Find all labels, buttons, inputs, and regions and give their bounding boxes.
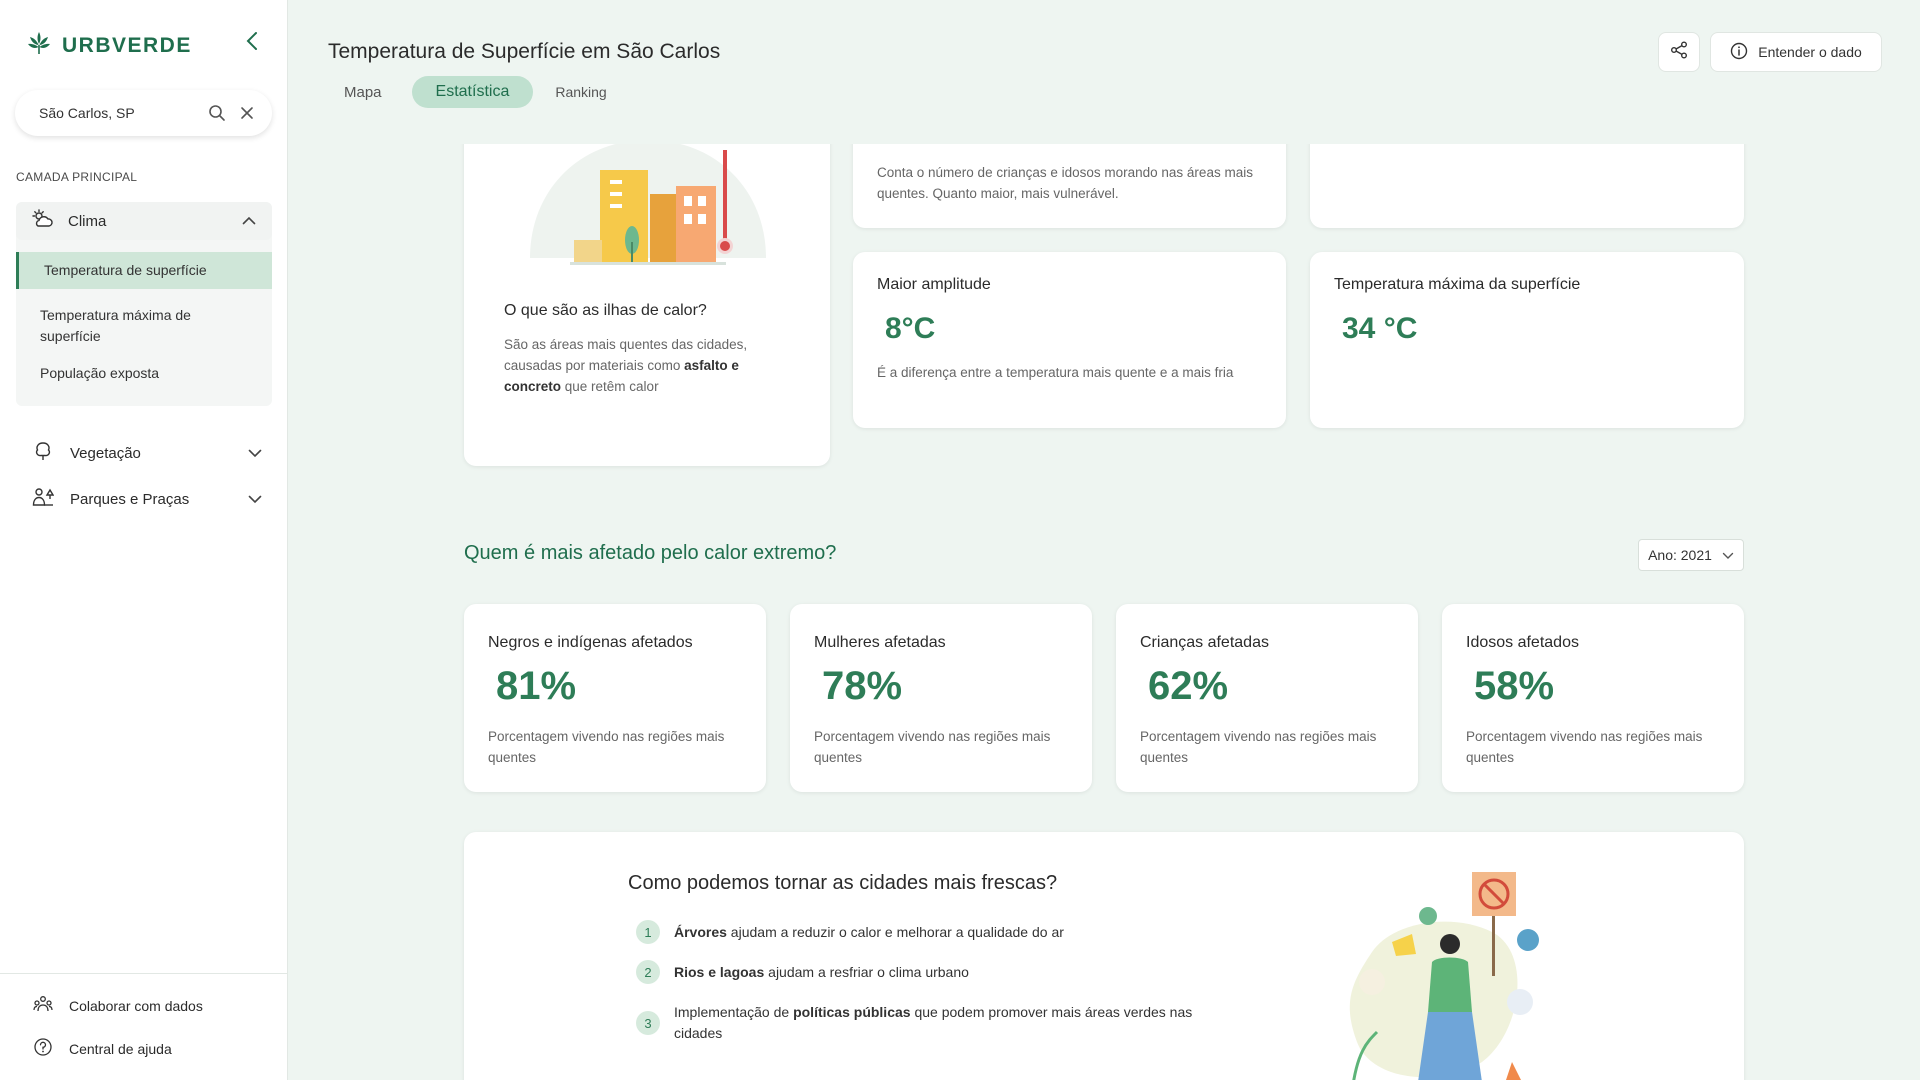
clima-group: Clima Temperatura de superfície Temperat…	[16, 202, 272, 406]
clear-icon[interactable]	[240, 106, 254, 120]
list-item: 2 Rios e lagoas ajudam a resfriar o clim…	[636, 960, 1226, 984]
chevron-down-icon	[248, 445, 262, 462]
vulnerable-desc: Conta o número de crianças e idosos mora…	[877, 165, 1253, 201]
heat-island-desc: São as áreas mais quentes das cidades, c…	[504, 337, 748, 394]
affected-card-title: Idosos afetados	[1466, 634, 1579, 651]
heat-island-title: O que são as ilhas de calor?	[504, 302, 707, 319]
affected-card-value: 78%	[822, 664, 903, 708]
view-tabs: Mapa Estatística Ranking	[328, 76, 623, 108]
chevron-left-icon	[246, 31, 258, 56]
sidebar-subitem-temperatura-superficie[interactable]: Temperatura de superfície	[16, 252, 272, 289]
sidebar: URBVERDE CAMADA PRINCIPAL Clima Temperat…	[0, 0, 288, 1080]
list-item-text: Rios e lagoas ajudam a resfriar o clima …	[674, 964, 969, 980]
sidebar-item-vegetacao[interactable]: Vegetação	[32, 440, 262, 466]
number-badge: 2	[636, 960, 660, 984]
page-title: Temperatura de Superfície em São Carlos	[328, 40, 721, 63]
affected-card-idosos: Idosos afetados 58% Porcentagem vivendo …	[1442, 604, 1744, 792]
header-bar	[289, 0, 1920, 144]
number-badge: 3	[636, 1011, 660, 1035]
city-heat-illustration	[530, 130, 766, 275]
activist-illustration	[1332, 872, 1562, 1080]
tab-ranking[interactable]: Ranking	[539, 78, 622, 106]
sidebar-subitem-label: Temperatura máxima de superfície	[40, 307, 191, 344]
sidebar-item-parques[interactable]: Parques e Praças	[32, 486, 262, 512]
park-people-icon	[32, 486, 55, 512]
sidebar-subitem-label: População exposta	[40, 365, 160, 381]
affected-card-title: Negros e indígenas afetados	[488, 634, 693, 651]
understand-data-label: Entender o dado	[1758, 44, 1862, 60]
affected-card-title: Crianças afetadas	[1140, 634, 1269, 651]
sidebar-item-label: Clima	[68, 212, 107, 230]
tab-mapa[interactable]: Mapa	[328, 78, 398, 107]
sidebar-item-clima[interactable]: Clima	[16, 202, 272, 240]
amplitude-title: Maior amplitude	[877, 276, 991, 293]
chevron-down-icon	[1722, 547, 1734, 563]
affected-card-value: 58%	[1474, 664, 1555, 708]
brand-name: URBVERDE	[62, 33, 192, 57]
search-input[interactable]	[39, 105, 200, 121]
help-icon	[33, 1037, 53, 1060]
year-select[interactable]: Ano: 2021	[1638, 539, 1744, 571]
affected-card-value: 62%	[1148, 664, 1229, 708]
max-temp-title: Temperatura máxima da superfície	[1334, 276, 1581, 293]
sidebar-subitem-populacao-exposta[interactable]: População exposta	[16, 363, 272, 384]
affected-heading: Quem é mais afetado pelo calor extremo?	[464, 542, 837, 564]
collaborate-data-link[interactable]: Colaborar com dados	[33, 994, 203, 1017]
affected-card-value: 81%	[496, 664, 577, 708]
sidebar-item-label: Vegetação	[70, 444, 141, 462]
heat-island-card: O que são as ilhas de calor? São as área…	[464, 90, 830, 466]
number-badge: 1	[636, 920, 660, 944]
cooler-cities-title: Como podemos tornar as cidades mais fres…	[628, 872, 1058, 894]
year-select-value: Ano: 2021	[1648, 547, 1712, 563]
affected-card-desc: Porcentagem vivendo nas regiões mais que…	[488, 729, 725, 765]
list-item-text: Implementação de políticas públicas que …	[674, 1004, 1193, 1041]
amplitude-card: Maior amplitude 8°C É a diferença entre …	[853, 252, 1286, 428]
info-icon	[1730, 42, 1748, 63]
group-icon	[33, 994, 53, 1017]
amplitude-desc: É a diferença entre a temperatura mais q…	[877, 365, 1234, 380]
logo[interactable]: URBVERDE	[26, 30, 192, 61]
max-temp-value: 34 °C	[1342, 312, 1418, 345]
affected-card-desc: Porcentagem vivendo nas regiões mais que…	[1140, 729, 1377, 765]
affected-card-negros-indigenas: Negros e indígenas afetados 81% Porcenta…	[464, 604, 766, 792]
max-temp-card: Temperatura máxima da superfície 34 °C	[1310, 252, 1744, 428]
chevron-up-icon	[242, 212, 256, 230]
affected-card-desc: Porcentagem vivendo nas regiões mais que…	[814, 729, 1051, 765]
share-icon	[1669, 40, 1689, 65]
affected-card-desc: Porcentagem vivendo nas regiões mais que…	[1466, 729, 1703, 765]
understand-data-button[interactable]: Entender o dado	[1710, 32, 1882, 72]
amplitude-value: 8°C	[885, 312, 936, 345]
sidebar-footer	[0, 973, 288, 974]
tab-estatistica[interactable]: Estatística	[411, 76, 534, 108]
search-icon[interactable]	[208, 104, 226, 122]
list-item-text: Árvores ajudam a reduzir o calor e melho…	[674, 924, 1064, 940]
weather-icon	[32, 208, 54, 234]
sidebar-item-label: Parques e Praças	[70, 490, 190, 508]
leaf-logo-icon	[26, 30, 52, 61]
affected-card-title: Mulheres afetadas	[814, 634, 946, 651]
sidebar-subitem-temperatura-maxima[interactable]: Temperatura máxima de superfície	[16, 305, 216, 347]
cooler-cities-card: Como podemos tornar as cidades mais fres…	[464, 832, 1744, 1080]
search-bar	[15, 90, 272, 136]
collaborate-label: Colaborar com dados	[69, 997, 203, 1014]
affected-card-mulheres: Mulheres afetadas 78% Porcentagem vivend…	[790, 604, 1092, 792]
chevron-down-icon	[248, 491, 262, 508]
cooler-cities-list: 1 Árvores ajudam a reduzir o calor e mel…	[636, 920, 1226, 1062]
list-item: 1 Árvores ajudam a reduzir o calor e mel…	[636, 920, 1226, 944]
share-button[interactable]	[1658, 32, 1700, 72]
help-center-link[interactable]: Central de ajuda	[33, 1037, 172, 1060]
sidebar-subitem-label: Temperatura de superfície	[44, 262, 207, 278]
affected-card-criancas: Crianças afetadas 62% Porcentagem vivend…	[1116, 604, 1418, 792]
tree-icon	[32, 440, 54, 466]
list-item: 3 Implementação de políticas públicas qu…	[636, 1002, 1226, 1044]
main-layer-label: CAMADA PRINCIPAL	[16, 170, 138, 184]
collapse-sidebar-button[interactable]	[240, 30, 264, 56]
help-label: Central de ajuda	[69, 1040, 172, 1057]
